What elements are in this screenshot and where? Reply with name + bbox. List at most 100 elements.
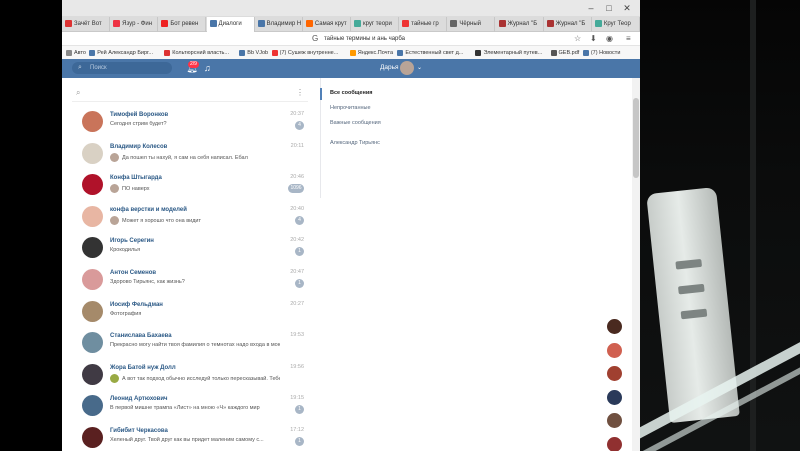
dialog-name[interactable]: Станислава Бахаева (110, 333, 172, 339)
avatar[interactable] (82, 174, 103, 196)
avatar[interactable] (82, 332, 103, 354)
browser-tab[interactable]: тайные гр (399, 17, 448, 32)
avatar[interactable] (82, 205, 103, 227)
minimize-button[interactable]: – (582, 2, 600, 14)
dialog-time: 20:47 (290, 269, 304, 275)
bookmark-item[interactable]: GEB.pdf (550, 48, 579, 58)
dialog-row[interactable]: Антон Семенов Здорово Тирьянс, как жизнь?… (72, 267, 308, 297)
dialog-name[interactable]: Иосиф Фельдман (110, 302, 163, 308)
browser-tab[interactable]: Язур - Фин (110, 17, 159, 32)
browser-tab[interactable]: Зачёт Вот (62, 17, 111, 32)
bookmark-icon (582, 49, 589, 56)
dialog-row[interactable]: Жора Батой нуж Долл А вот так подход обыч… (72, 362, 308, 392)
dialog-time: 20:46 (290, 174, 304, 181)
tab-label: Круг Теор (603, 21, 631, 27)
dialog-message: ПО наверх (122, 186, 150, 193)
avatar[interactable] (82, 237, 103, 259)
avatar[interactable] (82, 269, 103, 290)
device-slot (680, 308, 708, 320)
avatar[interactable] (82, 111, 103, 132)
bookmark-item[interactable]: Bb VJob (239, 48, 268, 58)
music-icon[interactable]: ♫ (204, 62, 211, 74)
dialog-name[interactable]: Конфа Штыгарда (110, 175, 162, 181)
avatar[interactable] (82, 395, 103, 417)
dialog-name[interactable]: Жора Батой нуж Долл (110, 365, 176, 371)
dialog-row[interactable]: Гибибит Черкасова Хеленый друг. Твой друг… (72, 425, 308, 451)
dialog-time: 20:37 (290, 111, 304, 117)
folder-item[interactable]: Все сообщения (330, 90, 372, 96)
dialog-name[interactable]: Леонид Артюхович (110, 396, 168, 402)
url-input[interactable]: тайные термины и ань чарба (324, 34, 564, 44)
dialog-name[interactable]: Тимофей Воронков (110, 112, 168, 118)
dialog-name[interactable]: Антон Семенов (110, 270, 156, 276)
scrollbar-thumb[interactable] (633, 98, 639, 178)
bookmark-item[interactable]: (7) Новости (582, 48, 620, 58)
dialog-name[interactable]: Игорь Серегин (110, 238, 154, 244)
floating-chat-avatar[interactable] (606, 412, 623, 429)
dialog-row[interactable]: Леонид Артюхович В первой мишне трампа «Л… (72, 393, 308, 423)
bookmark-item[interactable]: Рей Александр Бирг... (89, 48, 153, 58)
dialog-name[interactable]: конфа верстки и моделей (110, 207, 187, 213)
floating-chat-avatar[interactable] (606, 341, 623, 359)
avatar[interactable] (82, 427, 103, 448)
browser-tab[interactable]: Диалоги (206, 17, 255, 32)
dialog-row[interactable]: конфа верстки и моделей Может я хорошо чт… (72, 204, 308, 234)
close-window-button[interactable]: ✕ (618, 2, 636, 14)
bookmark-label: Яндекс.Почта (357, 50, 394, 56)
more-icon[interactable]: ⋮ (296, 88, 304, 97)
extension-icon[interactable]: ◉ (606, 33, 613, 45)
bookmark-item[interactable]: Яндекс.Почта (349, 48, 394, 58)
dialog-preview: В первой мишне трампа «Лист» на мною «Ч»… (110, 405, 280, 411)
menu-icon[interactable]: ≡ (626, 33, 631, 45)
user-name[interactable]: Дарья (380, 62, 399, 74)
folder-item[interactable]: Непрочитанные (330, 105, 371, 111)
bookmark-item[interactable]: Кольтюрсний власть... (164, 48, 229, 58)
chevron-down-icon[interactable]: ⌄ (417, 62, 422, 74)
avatar[interactable] (82, 363, 103, 385)
folder-item[interactable]: Александр Тирьянс (330, 140, 380, 146)
dialog-row[interactable]: Станислава Бахаева Прекрасно могу найти т… (72, 330, 308, 360)
dialog-row[interactable]: Игорь Серегин Крокодилья 20:42 1 (72, 235, 308, 265)
browser-tab[interactable]: Владимир Н (255, 17, 303, 32)
maximize-button[interactable]: □ (600, 2, 618, 14)
dialog-preview: Да пошел ты нахуй, я сам на себя написал… (110, 152, 280, 162)
folder-item[interactable]: Важные сообщения (330, 120, 381, 126)
unread-badge: 1 (295, 279, 304, 288)
scrollbar[interactable] (632, 78, 640, 451)
bookmark-item[interactable]: Элементарный путев... (475, 48, 542, 58)
dialog-search-row[interactable]: ⌕ ⋮ (72, 88, 308, 102)
floating-chat-avatar[interactable] (606, 365, 623, 382)
browser-tab[interactable]: Круг Теор (592, 17, 640, 32)
floating-chat-avatar[interactable] (606, 435, 623, 451)
bookmark-star-icon[interactable]: ☆ (574, 33, 581, 45)
tab-favicon (450, 19, 458, 27)
dialog-row[interactable]: Владимир Колесов Да пошел ты нахуй, я сам… (72, 141, 308, 171)
dialog-name[interactable]: Гибибит Черкасова (110, 428, 168, 434)
bookmark-item[interactable]: Авто (66, 48, 86, 58)
bookmark-item[interactable]: Естественный свет д... (397, 48, 463, 58)
dialog-preview: Крокодилья (110, 247, 280, 253)
browser-tab[interactable]: круг теори (351, 17, 400, 32)
dialog-row[interactable]: Конфа Штыгарда ПО наверх 20:46 1096 (72, 172, 308, 202)
avatar[interactable] (82, 142, 103, 164)
search-icon[interactable]: ⌕ (76, 88, 80, 98)
tab-label: Бот ревен (170, 21, 199, 27)
browser-tab[interactable]: Журнал "Б (496, 17, 544, 32)
floating-chat-avatar[interactable] (606, 318, 623, 335)
download-icon[interactable]: ⬇ (590, 33, 597, 45)
browser-tab[interactable]: Самая крут (303, 17, 351, 32)
browser-tab[interactable]: Бот ревен (158, 17, 207, 32)
browser-tab[interactable]: Чёрный (447, 17, 496, 32)
bookmark-item[interactable]: (7) Сушеж внутренне... (271, 48, 338, 58)
search-input[interactable]: ⌕ Поиск (72, 62, 172, 74)
dialog-row[interactable]: Тимофей Воронков Сегодня стрим будет? 20:3… (72, 109, 308, 139)
user-avatar[interactable] (400, 61, 414, 75)
bookmark-icon (475, 49, 482, 56)
bookmark-label: Кольтюрсний власть... (172, 50, 229, 56)
browser-tab[interactable]: Журнал "Б (544, 17, 592, 32)
dialog-row[interactable]: Иосиф Фельдман Фотография 20:27 (72, 299, 308, 329)
tab-label: Самая крут (314, 21, 347, 27)
floating-chat-avatar[interactable] (606, 388, 623, 406)
dialog-name[interactable]: Владимир Колесов (110, 144, 167, 150)
avatar[interactable] (82, 300, 103, 322)
